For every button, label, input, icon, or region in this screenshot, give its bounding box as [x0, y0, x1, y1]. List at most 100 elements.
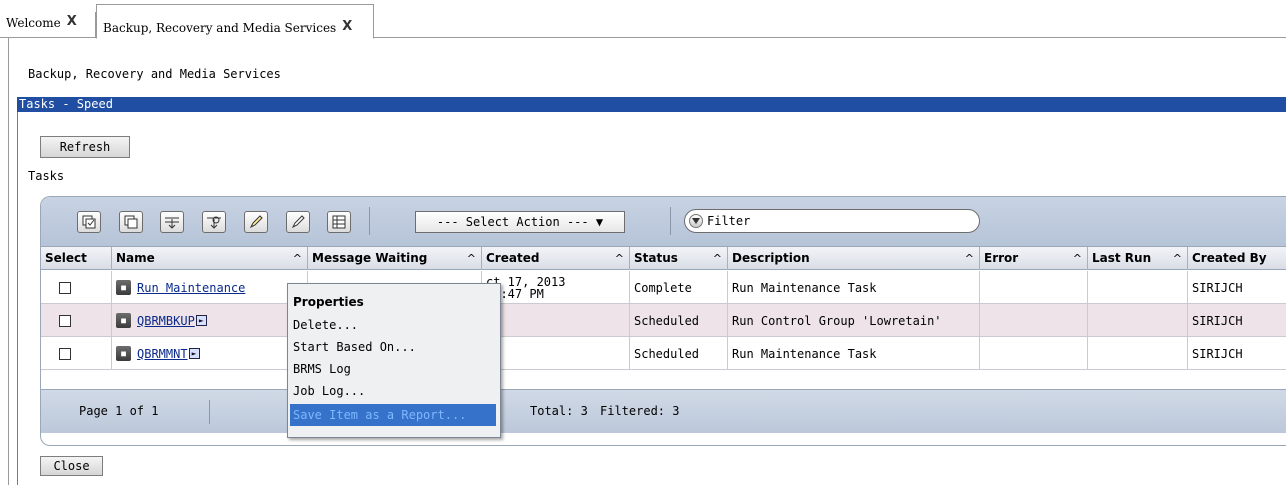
column-label: Description	[732, 251, 810, 265]
column-label: Created	[486, 251, 540, 265]
tab-welcome[interactable]: Welcome X	[0, 12, 96, 38]
deselect-all-icon[interactable]	[119, 211, 143, 233]
task-icon: ■	[116, 346, 131, 361]
created-by-cell: SIRIJCH	[1187, 271, 1286, 304]
tab-brms-label: Backup, Recovery and Media Services	[103, 21, 337, 35]
description-cell: Run Control Group 'Lowretain'	[727, 304, 979, 337]
table-icon[interactable]	[327, 211, 351, 233]
sort-icon[interactable]: ^	[293, 247, 302, 270]
status-cell: Complete	[629, 271, 727, 304]
edit-icon[interactable]	[244, 211, 268, 233]
column-status[interactable]: Status ^	[629, 247, 727, 270]
column-label: Select	[45, 251, 87, 265]
column-error[interactable]: Error ^	[979, 247, 1087, 270]
filtered-count: Filtered: 3	[600, 404, 680, 418]
tab-brms[interactable]: Backup, Recovery and Media Services X	[96, 4, 374, 39]
column-name[interactable]: Name ^	[111, 247, 307, 270]
column-last-run[interactable]: Last Run ^	[1087, 247, 1187, 270]
select-all-icon[interactable]	[77, 211, 101, 233]
status-cell: Scheduled	[629, 337, 727, 370]
created-by-cell: SIRIJCH	[1187, 337, 1286, 370]
left-border	[8, 38, 9, 485]
filter-input[interactable]: Filter	[684, 209, 980, 233]
created-cell: ct 17, 2013 50:47 PM	[481, 271, 629, 304]
collapse-icon[interactable]	[202, 211, 226, 233]
sort-icon[interactable]: ^	[713, 247, 722, 270]
column-label: Last Run	[1092, 251, 1152, 265]
menu-item-properties[interactable]: Properties	[288, 290, 500, 314]
filter-placeholder: Filter	[707, 214, 751, 228]
last-run-cell	[1087, 304, 1187, 337]
row-checkbox[interactable]	[59, 281, 71, 294]
column-label: Message Waiting	[312, 251, 428, 265]
select-action-dropdown[interactable]: --- Select Action --- ▼	[415, 211, 625, 233]
sort-icon[interactable]: ^	[965, 247, 974, 270]
name-cell: ■ QBRMBKUP ►	[111, 304, 307, 337]
column-description[interactable]: Description ^	[727, 247, 979, 270]
page-title: Backup, Recovery and Media Services	[28, 67, 281, 81]
task-name-link[interactable]: Run Maintenance	[137, 281, 245, 295]
column-created-by[interactable]: Created By	[1187, 247, 1286, 270]
task-name-link[interactable]: QBRMMNT	[137, 347, 188, 361]
select-cell	[41, 337, 111, 370]
panel-header: Tasks - Speed	[17, 97, 1286, 112]
expand-icon[interactable]	[160, 211, 184, 233]
menu-arrow-icon[interactable]: ►	[188, 348, 200, 359]
column-created[interactable]: Created ^	[481, 247, 629, 270]
task-name-link[interactable]: QBRMBKUP	[137, 314, 195, 328]
menu-item-save-as-report[interactable]: Save Item as a Report...	[290, 404, 496, 426]
page-indicator: Page 1 of 1	[79, 404, 159, 418]
row-checkbox[interactable]	[59, 347, 71, 360]
created-cell	[481, 304, 629, 337]
description-cell: Run Maintenance Task	[727, 337, 979, 370]
total-count: Total: 3	[530, 404, 588, 418]
created-cell	[481, 337, 629, 370]
created-by-cell: SIRIJCH	[1187, 304, 1286, 337]
name-cell: ■ Run Maintenance	[111, 271, 307, 304]
table-row: ■ QBRMMNT ► Scheduled Run Maintenance Ta…	[41, 337, 1286, 370]
section-label: Tasks	[28, 169, 65, 183]
close-button[interactable]: Close	[40, 456, 103, 476]
sort-icon[interactable]: ^	[615, 247, 624, 270]
error-cell	[979, 337, 1087, 370]
status-cell: Scheduled	[629, 304, 727, 337]
row-checkbox[interactable]	[59, 314, 71, 327]
clear-icon[interactable]	[286, 211, 310, 233]
column-label: Created By	[1192, 251, 1267, 265]
filter-dropdown-icon[interactable]	[689, 214, 703, 228]
toolbar-separator	[369, 207, 370, 235]
menu-item-start-based-on[interactable]: Start Based On...	[288, 336, 500, 358]
column-select[interactable]: Select	[41, 247, 111, 270]
tasks-table: --- Select Action --- ▼ Filter Select Na…	[40, 196, 1286, 446]
select-cell	[41, 304, 111, 337]
close-icon[interactable]: X	[67, 15, 77, 28]
select-cell	[41, 271, 111, 304]
table-toolbar: --- Select Action --- ▼ Filter	[41, 197, 1286, 247]
close-icon[interactable]: X	[342, 20, 352, 33]
sort-icon[interactable]: ^	[1073, 247, 1082, 270]
menu-arrow-icon[interactable]: ►	[195, 315, 207, 326]
column-label: Status	[634, 251, 678, 265]
footer-separator	[209, 400, 210, 424]
table-row: ■ QBRMBKUP ► Scheduled Run Control Group…	[41, 304, 1286, 337]
last-run-cell	[1087, 337, 1187, 370]
toolbar-separator	[670, 207, 671, 235]
name-cell: ■ QBRMMNT ►	[111, 337, 307, 370]
context-menu: Properties Delete... Start Based On... B…	[287, 283, 501, 438]
column-label: Name	[116, 251, 155, 265]
task-icon: ■	[116, 313, 131, 328]
sort-icon[interactable]: ^	[1173, 247, 1182, 270]
tab-welcome-label: Welcome	[6, 16, 61, 30]
menu-item-job-log[interactable]: Job Log...	[288, 380, 500, 402]
error-cell	[979, 304, 1087, 337]
description-cell: Run Maintenance Task	[727, 271, 979, 304]
sort-icon[interactable]: ^	[467, 247, 476, 270]
task-icon: ■	[116, 280, 131, 295]
menu-item-delete[interactable]: Delete...	[288, 314, 500, 336]
error-cell	[979, 271, 1087, 304]
column-message-waiting[interactable]: Message Waiting ^	[307, 247, 481, 270]
panel-border	[17, 112, 18, 485]
refresh-button[interactable]: Refresh	[40, 136, 130, 158]
table-footer: Page 1 of 1 ows 3 △ ▽ Total: 3 Filtered:…	[41, 389, 1286, 433]
menu-item-brms-log[interactable]: BRMS Log	[288, 358, 500, 380]
